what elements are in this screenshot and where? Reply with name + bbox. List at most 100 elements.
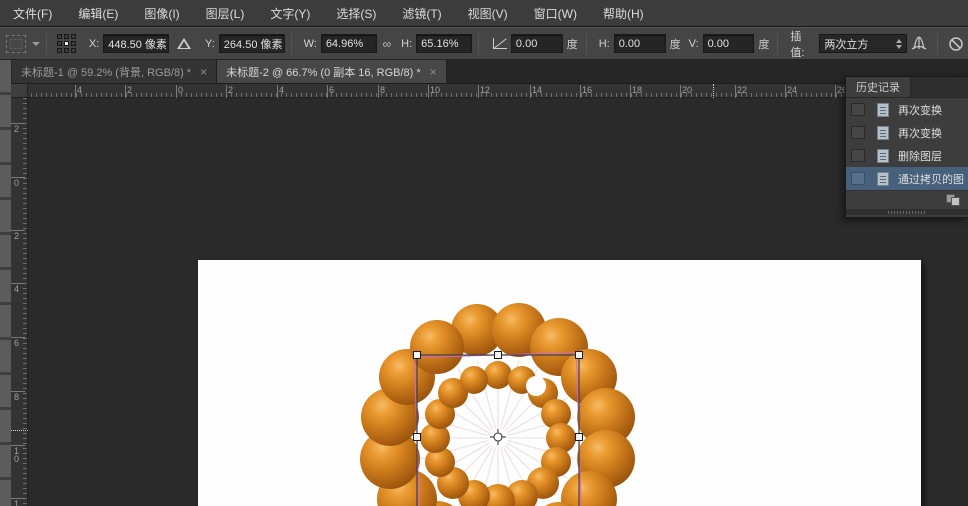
- history-snapshot-checkbox[interactable]: [851, 103, 865, 116]
- document-tab-label: 未标题-1 @ 59.2% (背景, RGB/8) *: [21, 64, 191, 80]
- h-skew-label: H:: [599, 38, 610, 50]
- history-state-icon: [877, 126, 889, 140]
- menu-item[interactable]: 文字(Y): [257, 0, 323, 27]
- pasteboard: [28, 98, 968, 506]
- v-skew-input[interactable]: 0.00: [703, 34, 755, 53]
- ruler-number: 20: [682, 85, 692, 95]
- document-canvas[interactable]: [198, 260, 921, 506]
- history-item[interactable]: 再次变换: [846, 121, 968, 144]
- warp-mode-button[interactable]: [907, 33, 931, 55]
- ruler-major-tick: [226, 85, 227, 98]
- ruler-major-tick: [580, 85, 581, 98]
- x-input[interactable]: 448.50 像素: [103, 34, 169, 53]
- transform-handle[interactable]: [414, 352, 421, 359]
- ruler-major-tick: [125, 85, 126, 98]
- history-state-icon: [877, 172, 889, 186]
- cancel-transform-button[interactable]: [944, 33, 968, 55]
- rotate-input[interactable]: 0.00: [511, 34, 563, 53]
- left-panel-edge: [0, 60, 11, 506]
- ruler-number: 0: [178, 85, 183, 95]
- menu-item[interactable]: 窗口(W): [521, 0, 590, 27]
- separator: [586, 33, 587, 55]
- history-panel-header: 历史记录: [846, 77, 968, 98]
- transform-handle[interactable]: [414, 434, 421, 441]
- rotate-unit: 度: [567, 36, 578, 52]
- ruler-number: 2: [228, 85, 233, 95]
- history-snapshot-checkbox[interactable]: [851, 172, 865, 185]
- menu-item[interactable]: 选择(S): [323, 0, 389, 27]
- menu-item[interactable]: 文件(F): [0, 0, 65, 27]
- ruler-cursor-indicator: [713, 84, 714, 98]
- separator: [291, 33, 292, 55]
- ruler-major-tick: [680, 85, 681, 98]
- ruler-number: 18: [632, 85, 642, 95]
- tool-preset-dropdown-arrow[interactable]: [32, 42, 40, 46]
- menu-item[interactable]: 编辑(E): [65, 0, 131, 27]
- tab-close-icon[interactable]: ×: [430, 65, 437, 79]
- interpolation-select[interactable]: 两次立方: [819, 34, 907, 53]
- menu-item[interactable]: 滤镜(T): [389, 0, 454, 27]
- v-skew-unit: 度: [758, 36, 769, 52]
- maintain-aspect-ratio-icon[interactable]: ∞: [383, 37, 390, 51]
- menu-item[interactable]: 图层(L): [193, 0, 258, 27]
- history-item[interactable]: 删除图层: [846, 144, 968, 167]
- history-snapshot-checkbox[interactable]: [851, 126, 865, 139]
- ruler-major-tick: [176, 85, 177, 98]
- ruler-number: 2: [127, 85, 132, 95]
- ruler-number: 8: [380, 85, 385, 95]
- history-panel-tab[interactable]: 历史记录: [846, 77, 911, 97]
- history-state-icon: [877, 149, 889, 163]
- relative-positioning-icon[interactable]: [177, 38, 191, 49]
- interpolation-value: 两次立方: [824, 36, 868, 52]
- history-panel: 历史记录 再次变换再次变换删除图层通过拷贝的图: [845, 76, 968, 218]
- ruler-number: 10: [430, 85, 440, 95]
- transform-handle[interactable]: [495, 352, 502, 359]
- ruler-number: 8: [14, 393, 21, 401]
- transform-handle[interactable]: [576, 352, 583, 359]
- panel-resize-grip[interactable]: [846, 209, 968, 215]
- ruler-number: 6: [329, 85, 334, 95]
- ruler-major-tick: [835, 85, 836, 98]
- menu-item[interactable]: 帮助(H): [590, 0, 657, 27]
- height-input[interactable]: 65.16%: [416, 34, 472, 53]
- ruler-major-tick: [11, 230, 25, 231]
- v-skew-label: V:: [689, 38, 699, 50]
- document-tab-active[interactable]: 未标题-2 @ 66.7% (0 副本 16, RGB/8) *×: [217, 60, 447, 83]
- width-label: W:: [304, 38, 317, 50]
- ruler-major-tick: [11, 177, 25, 178]
- ruler-corner: [11, 84, 28, 98]
- ruler-major-tick: [378, 85, 379, 98]
- height-label: H:: [401, 38, 412, 50]
- photoshop-window: 文件(F)编辑(E)图像(I)图层(L)文字(Y)选择(S)滤镜(T)视图(V)…: [0, 0, 968, 506]
- ruler-major-tick: [428, 85, 429, 98]
- vertical-ruler[interactable]: 2024681012: [11, 98, 28, 506]
- transform-handle[interactable]: [576, 434, 583, 441]
- history-snapshot-checkbox[interactable]: [851, 149, 865, 162]
- ruler-major-tick: [735, 85, 736, 98]
- history-item-label: 再次变换: [898, 102, 942, 118]
- ruler-number: 22: [737, 85, 747, 95]
- history-item[interactable]: 通过拷贝的图: [846, 167, 968, 190]
- ruler-major-tick: [11, 445, 25, 446]
- y-input[interactable]: 264.50 像素: [219, 34, 285, 53]
- new-document-from-state-icon[interactable]: [946, 194, 960, 206]
- x-label: X:: [89, 38, 99, 50]
- ruler-major-tick: [785, 85, 786, 98]
- menu-item[interactable]: 视图(V): [455, 0, 521, 27]
- separator: [777, 33, 778, 55]
- interpolation-label: 插值:: [790, 28, 815, 60]
- h-skew-input[interactable]: 0.00: [614, 34, 666, 53]
- tab-close-icon[interactable]: ×: [200, 65, 207, 79]
- document-tab[interactable]: 未标题-1 @ 59.2% (背景, RGB/8) * ×: [12, 60, 217, 83]
- tool-preset-icon[interactable]: [6, 35, 26, 53]
- separator: [478, 33, 479, 55]
- ruler-number: 12: [480, 85, 490, 95]
- reference-point-locator-icon[interactable]: [57, 34, 79, 54]
- rotate-angle-icon: [493, 38, 507, 49]
- separator: [46, 33, 47, 55]
- menu-item[interactable]: 图像(I): [131, 0, 192, 27]
- history-item-label: 删除图层: [898, 148, 942, 164]
- history-item[interactable]: 再次变换: [846, 98, 968, 121]
- horizontal-ruler[interactable]: 4202468101214161820222426: [11, 84, 968, 98]
- width-input[interactable]: 64.96%: [321, 34, 377, 53]
